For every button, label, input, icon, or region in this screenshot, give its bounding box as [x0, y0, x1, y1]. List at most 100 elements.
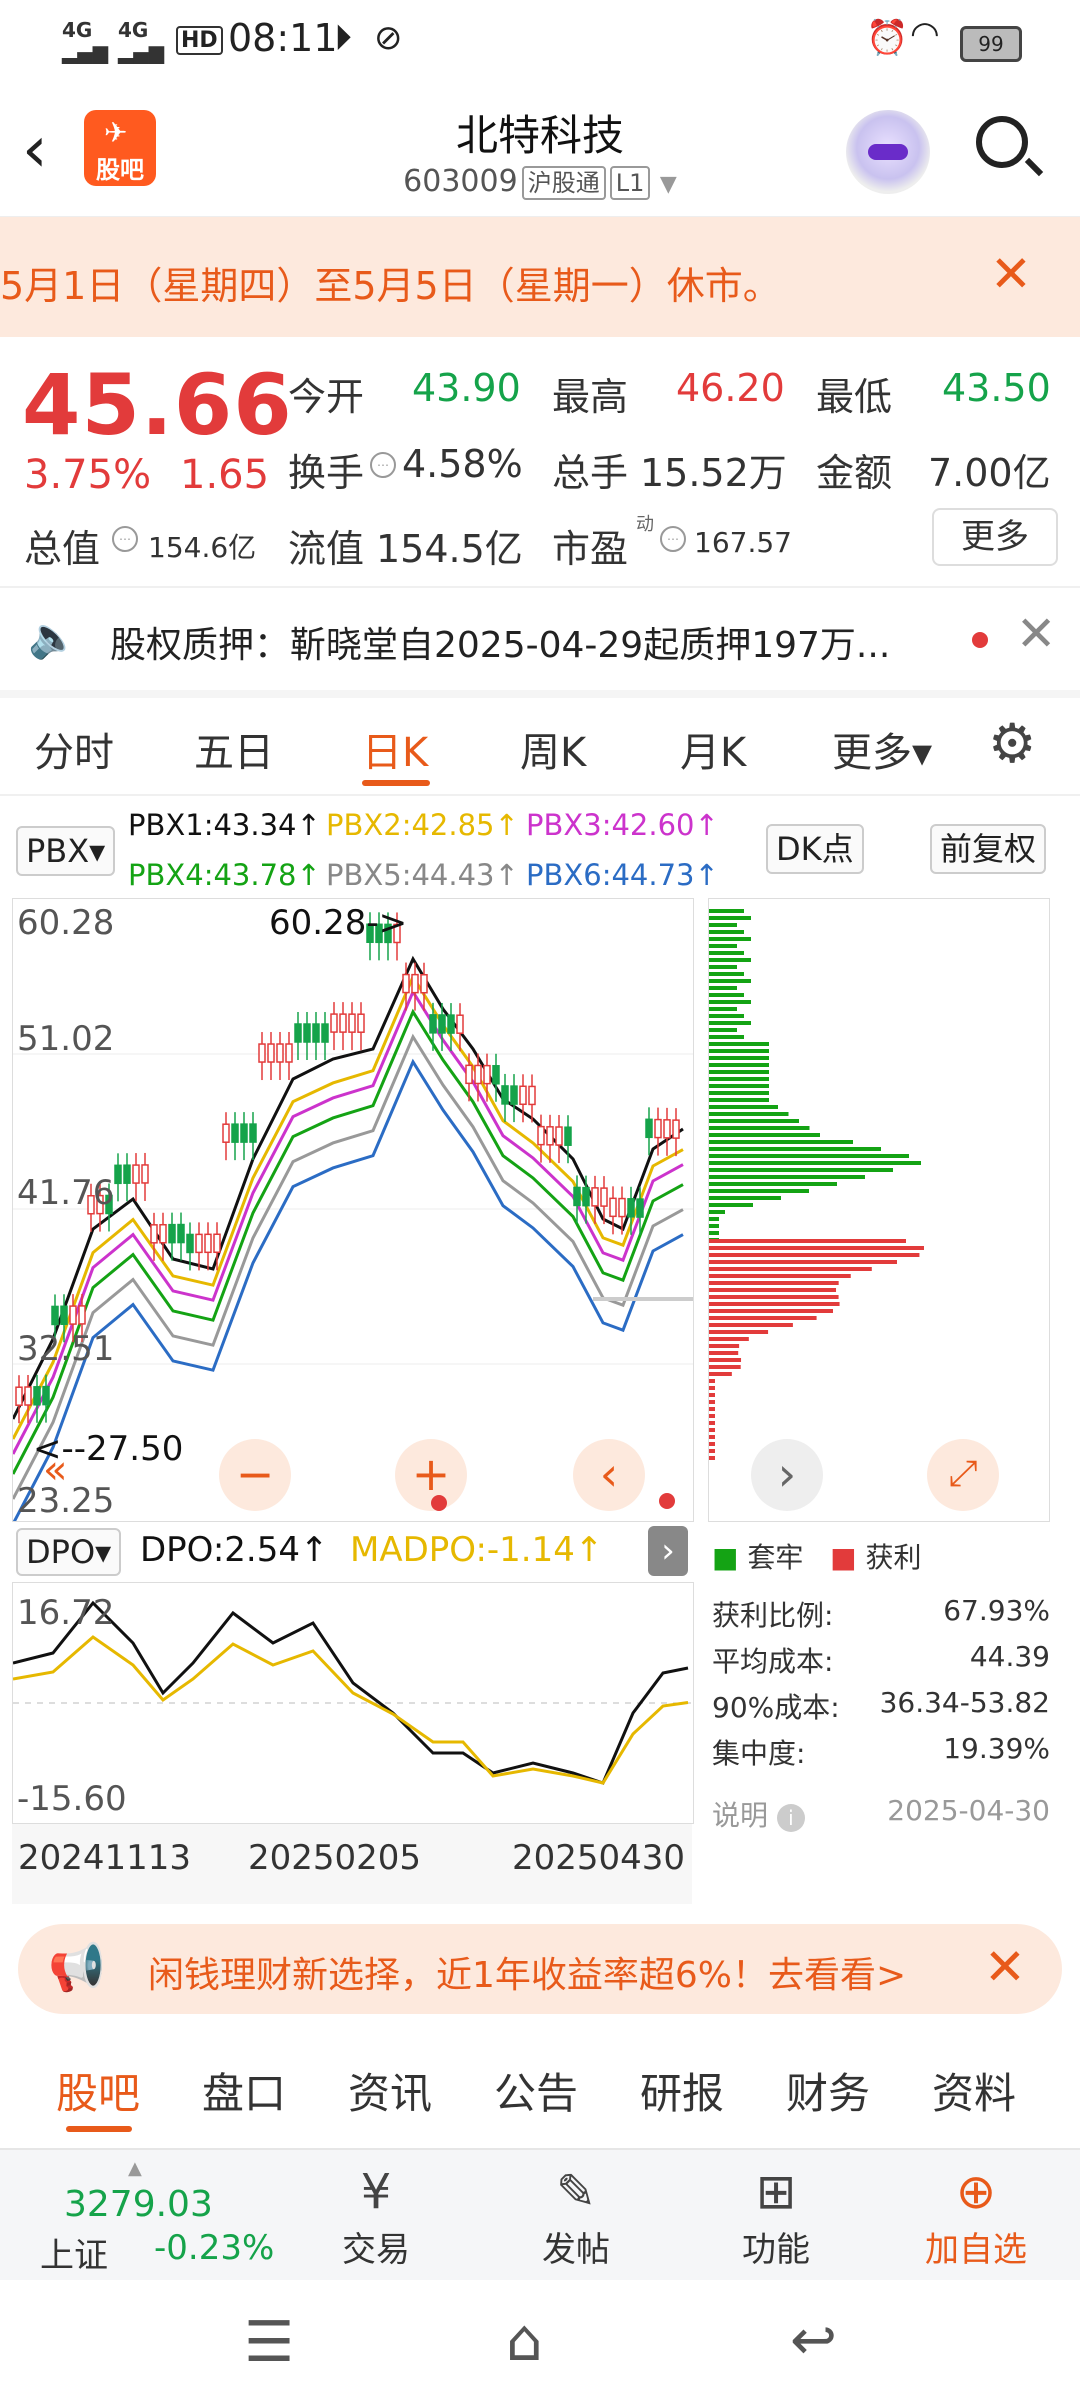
chip-bar-profit: [709, 1239, 907, 1243]
home-icon[interactable]: ⌂: [506, 2306, 543, 2374]
candle-body: [501, 1085, 509, 1105]
dpo-chart[interactable]: 16.72 -15.60: [12, 1582, 694, 1824]
dk-point-select[interactable]: DK点: [766, 824, 864, 874]
tab-five-day[interactable]: 五日: [194, 720, 274, 778]
chip-bar-trap: [709, 979, 751, 983]
chip-bar-trap: [709, 1147, 881, 1151]
indicator-select[interactable]: PBX▾: [16, 826, 116, 876]
assistant-robot-button[interactable]: [846, 110, 930, 194]
candle-body: [654, 1118, 662, 1139]
search-icon[interactable]: [976, 116, 1028, 168]
chip-bar-trap: [709, 1140, 853, 1144]
menu-icon[interactable]: ☰: [244, 2310, 294, 2375]
candle-body: [150, 1224, 158, 1244]
kline-chart[interactable]: 60.28 51.02 41.76 32.51 23.25 60.28-> <-…: [12, 898, 694, 1522]
close-icon[interactable]: ✕: [984, 1938, 1026, 1996]
close-icon[interactable]: ✕: [1016, 606, 1056, 662]
index-ticker[interactable]: ▲ 3279.03 上证 -0.23%: [24, 2158, 294, 2276]
promo-text: 闲钱理财新选择，近1年收益率超6%！去看看>: [148, 1955, 907, 1996]
tab-profile[interactable]: 资料: [932, 2060, 1016, 2121]
chevron-right-icon[interactable]: ›: [648, 1526, 688, 1576]
candle-body: [168, 1223, 176, 1244]
change-percent: 3.75%: [24, 452, 152, 498]
avg-cost-row: 平均成本: 44.39: [712, 1640, 1050, 1680]
candle-body: [609, 1197, 617, 1218]
pledge-text: 股权质押：靳晓堂自2025-04-29起质押197万...: [110, 625, 891, 666]
bottom-toolbar: ▲ 3279.03 上证 -0.23% ¥ 交易 ✎ 发帖 ⊞ 功能 ⊕ 加自选: [0, 2148, 1080, 2280]
candle-body: [537, 1125, 545, 1146]
scroll-right-button[interactable]: ›: [751, 1439, 823, 1511]
info-icon[interactable]: ⋯: [112, 526, 138, 552]
y-axis-label-4: 32.51: [17, 1329, 115, 1369]
chip-bar-profit: [709, 1337, 749, 1341]
chip-bar-profit: [709, 1379, 715, 1383]
trade-icon: ¥: [360, 2164, 392, 2220]
tab-daily-k[interactable]: 日K: [362, 720, 428, 778]
candle-body: [564, 1126, 572, 1146]
tab-announcements[interactable]: 公告: [494, 2060, 578, 2121]
post-button[interactable]: ✎ 发帖: [506, 2162, 646, 2271]
chip-bar-trap: [709, 1028, 737, 1032]
index-name: 上证: [40, 2236, 108, 2276]
chip-bar-trap: [709, 1042, 769, 1046]
candle-body: [114, 1164, 122, 1185]
high-label: 最高: [552, 375, 629, 419]
change-amount: 1.65: [180, 452, 270, 498]
tab-order-book[interactable]: 盘口: [202, 2060, 286, 2121]
float-cap-value: 154.5亿: [376, 527, 523, 571]
tab-weekly-k[interactable]: 周K: [520, 720, 586, 778]
candle-body: [591, 1187, 599, 1207]
chip-bar-trap: [709, 1182, 837, 1186]
tab-guba[interactable]: 股吧: [56, 2060, 140, 2121]
candle-body: [276, 1043, 284, 1063]
function-button[interactable]: ⊞ 功能: [706, 2162, 846, 2271]
pledge-notice[interactable]: 🔈 股权质押：靳晓堂自2025-04-29起质押197万... ✕: [0, 588, 1080, 688]
candle-body: [204, 1233, 212, 1254]
tab-monthly-k[interactable]: 月K: [680, 720, 746, 778]
candle-body: [447, 1014, 455, 1034]
holiday-notice-text: 5月1日（星期四）至5月5日（星期一）休市。: [0, 264, 781, 308]
more-quote-button[interactable]: 更多: [932, 508, 1058, 566]
moving-average-line: [13, 988, 684, 1455]
info-icon[interactable]: ⋯: [370, 452, 396, 478]
add-watchlist-button[interactable]: ⊕ 加自选: [906, 2162, 1046, 2271]
chip-bar-profit: [709, 1435, 715, 1439]
tab-research[interactable]: 研报: [640, 2060, 724, 2121]
current-price: 45.66: [22, 356, 293, 454]
tab-finance[interactable]: 财务: [786, 2060, 870, 2121]
turnover-label: 换手: [288, 451, 365, 495]
x-axis: 20241113 20250205 20250430: [12, 1824, 692, 1904]
stat-label: 集中度:: [712, 1737, 806, 1770]
candle-body: [33, 1386, 41, 1406]
promo-banner[interactable]: 📢 闲钱理财新选择，近1年收益率超6%！去看看> ✕: [18, 1924, 1062, 2014]
note-label: 说明: [712, 1799, 769, 1832]
tab-intraday[interactable]: 分时: [34, 720, 114, 778]
candle-body: [528, 1085, 536, 1106]
app-icon: ⊘: [374, 18, 403, 58]
y-axis-label-3: 41.76: [17, 1173, 115, 1213]
hd-badge: HD: [176, 26, 223, 55]
low-value: 43.50: [942, 366, 1051, 410]
chip-bar-trap: [709, 1049, 769, 1053]
active-tab-underline: [362, 780, 430, 786]
candle-body: [69, 1305, 77, 1325]
info-icon[interactable]: ⋯: [660, 526, 686, 552]
sub-indicator-select[interactable]: DPO▾: [16, 1528, 122, 1576]
chevron-down-icon: ▼: [659, 172, 677, 197]
tab-news[interactable]: 资讯: [348, 2060, 432, 2121]
pe-label: 市盈: [552, 527, 629, 571]
zoom-out-button[interactable]: −: [219, 1439, 291, 1511]
double-left-icon[interactable]: «: [43, 1447, 67, 1493]
function-label: 功能: [742, 2230, 810, 2270]
price-adjust-button[interactable]: 前复权: [930, 824, 1047, 874]
scroll-left-button[interactable]: ‹: [573, 1439, 645, 1511]
unread-dot: [659, 1493, 675, 1509]
gear-icon[interactable]: ⚙: [988, 712, 1036, 775]
moving-average-line: [13, 1008, 684, 1475]
chip-note-row[interactable]: 说明 i 2025-04-30: [712, 1794, 1050, 1834]
close-icon[interactable]: ✕: [990, 245, 1032, 303]
tab-more[interactable]: 更多▾: [832, 720, 932, 778]
trade-button[interactable]: ¥ 交易: [306, 2162, 446, 2271]
expand-icon[interactable]: ⤢: [927, 1439, 999, 1511]
back-nav-icon[interactable]: ↩: [790, 2308, 837, 2373]
